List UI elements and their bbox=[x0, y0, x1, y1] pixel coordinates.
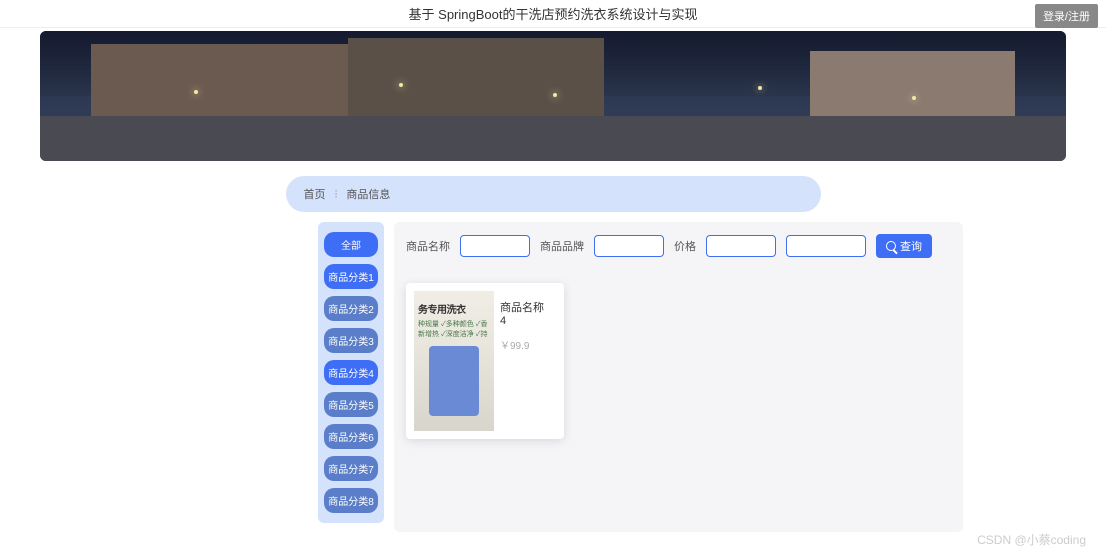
main-panel: 商品名称 商品品牌 价格 查询 务专用洗衣 种规量 ✓多种颜色 ✓香 新增热 ✓… bbox=[394, 222, 963, 532]
product-brand-input[interactable] bbox=[594, 235, 664, 257]
watermark: CSDN @小蔡coding bbox=[977, 531, 1086, 548]
search-icon bbox=[886, 241, 896, 251]
filter-bar: 商品名称 商品品牌 价格 查询 bbox=[406, 234, 951, 258]
product-image-title: 务专用洗衣 bbox=[418, 301, 466, 316]
search-button-label: 查询 bbox=[900, 238, 922, 254]
breadcrumb-home[interactable]: 首页 bbox=[304, 189, 326, 201]
category-5[interactable]: 商品分类5 bbox=[324, 392, 378, 417]
filter-price-label: 价格 bbox=[674, 238, 696, 254]
product-price: ￥99.9 bbox=[500, 337, 550, 352]
category-6[interactable]: 商品分类6 bbox=[324, 424, 378, 449]
category-4[interactable]: 商品分类4 bbox=[324, 360, 378, 385]
product-grid: 务专用洗衣 种规量 ✓多种颜色 ✓香 新增热 ✓深度洁净 ✓持 商品名称4 ￥9… bbox=[406, 283, 951, 439]
price-max-input[interactable] bbox=[786, 235, 866, 257]
page-title: 基于 SpringBoot的干洗店预约洗衣系统设计与实现 bbox=[409, 4, 698, 23]
category-7[interactable]: 商品分类7 bbox=[324, 456, 378, 481]
banner-image bbox=[40, 31, 1066, 161]
breadcrumb: 首页 ⫶ 商品信息 bbox=[286, 176, 821, 212]
product-name: 商品名称4 bbox=[500, 299, 550, 327]
category-2[interactable]: 商品分类2 bbox=[324, 296, 378, 321]
product-info: 商品名称4 ￥99.9 bbox=[494, 291, 556, 431]
search-button[interactable]: 查询 bbox=[876, 234, 932, 258]
header: 基于 SpringBoot的干洗店预约洗衣系统设计与实现 登录/注册 bbox=[0, 0, 1106, 28]
product-image-subtitle: 种规量 ✓多种颜色 ✓香 新增热 ✓深度洁净 ✓持 bbox=[418, 319, 487, 339]
filter-brand-label: 商品品牌 bbox=[540, 238, 584, 254]
category-sidebar: 全部 商品分类1 商品分类2 商品分类3 商品分类4 商品分类5 商品分类6 商… bbox=[318, 222, 384, 523]
category-8[interactable]: 商品分类8 bbox=[324, 488, 378, 513]
product-image: 务专用洗衣 种规量 ✓多种颜色 ✓香 新增热 ✓深度洁净 ✓持 bbox=[414, 291, 494, 431]
filter-name-label: 商品名称 bbox=[406, 238, 450, 254]
login-register-button[interactable]: 登录/注册 bbox=[1035, 4, 1098, 28]
breadcrumb-separator: ⫶ bbox=[335, 189, 338, 201]
category-all[interactable]: 全部 bbox=[324, 232, 378, 257]
product-name-input[interactable] bbox=[460, 235, 530, 257]
product-card[interactable]: 务专用洗衣 种规量 ✓多种颜色 ✓香 新增热 ✓深度洁净 ✓持 商品名称4 ￥9… bbox=[406, 283, 564, 439]
price-min-input[interactable] bbox=[706, 235, 776, 257]
category-3[interactable]: 商品分类3 bbox=[324, 328, 378, 353]
category-1[interactable]: 商品分类1 bbox=[324, 264, 378, 289]
breadcrumb-current: 商品信息 bbox=[346, 189, 390, 201]
content-area: 全部 商品分类1 商品分类2 商品分类3 商品分类4 商品分类5 商品分类6 商… bbox=[143, 222, 963, 532]
